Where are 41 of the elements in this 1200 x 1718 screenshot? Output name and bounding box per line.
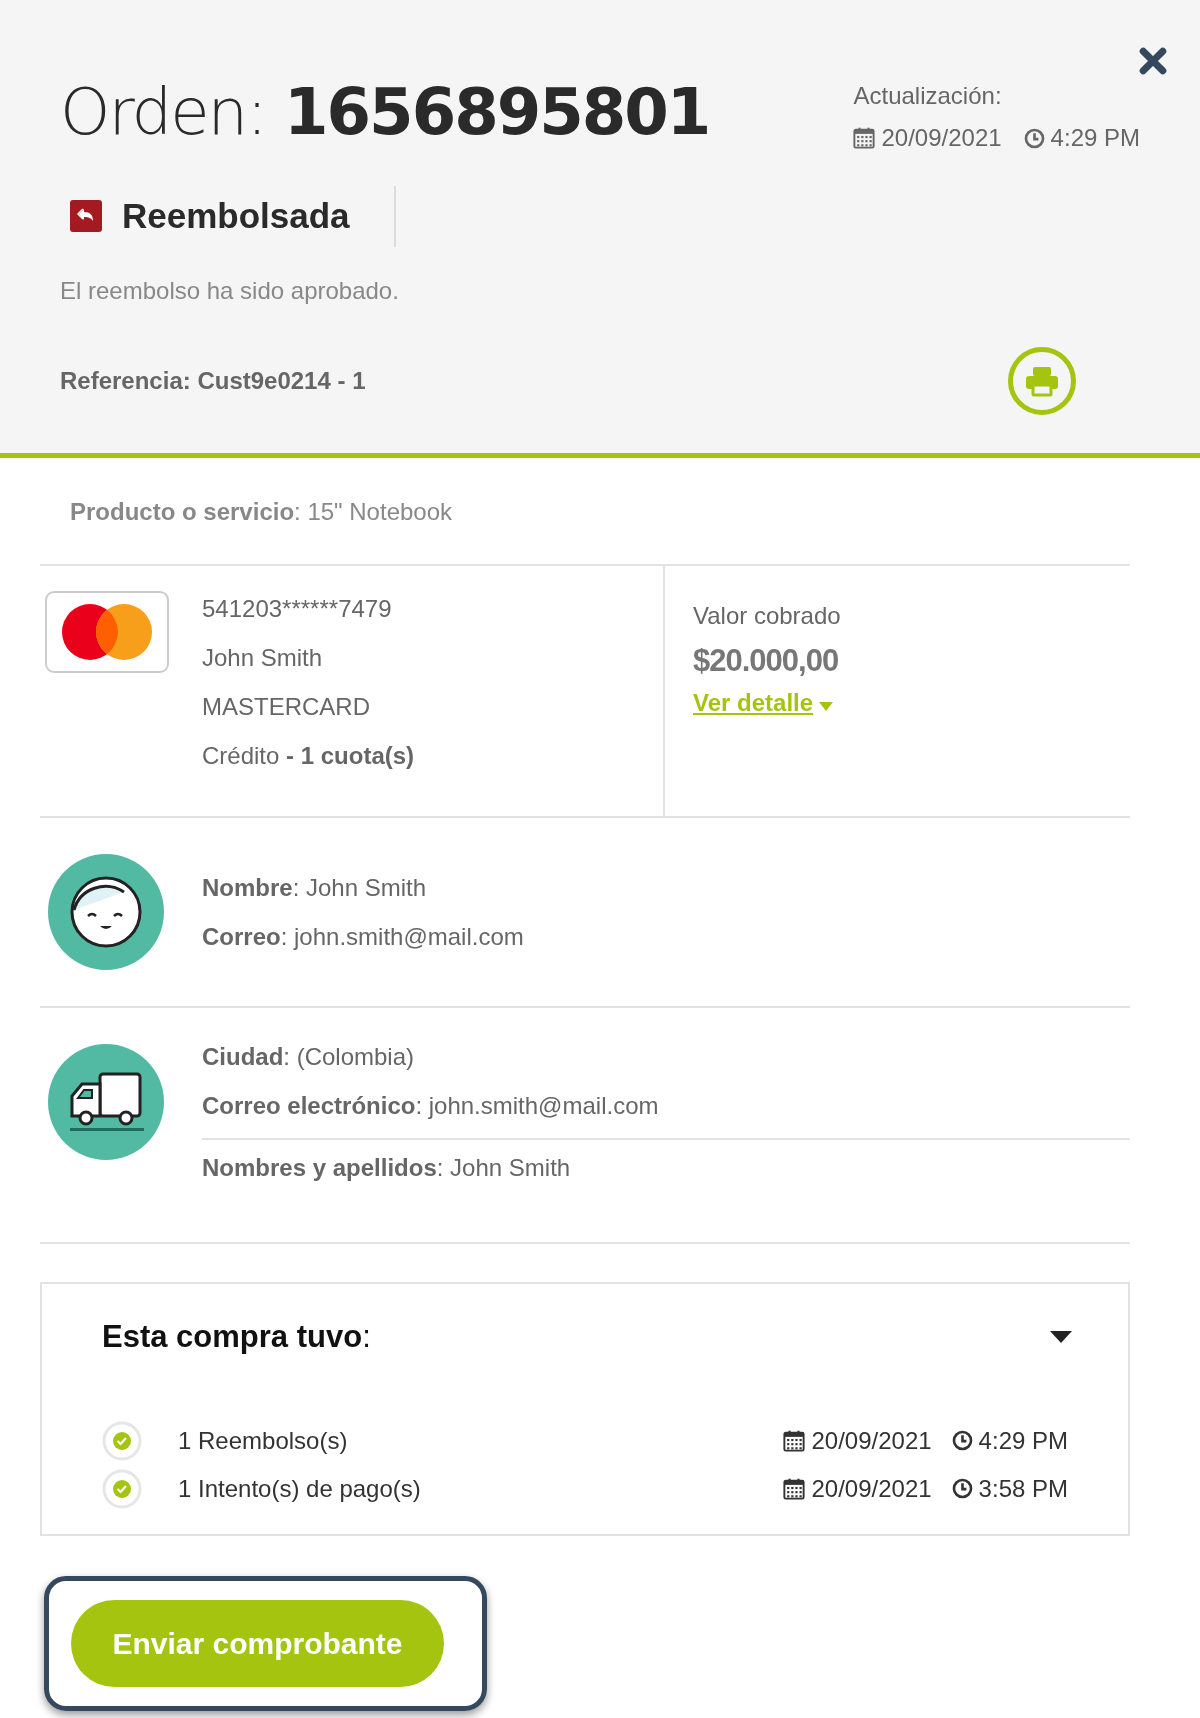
calendar-icon [783, 1429, 806, 1452]
detail-link[interactable]: Ver detalle [693, 684, 841, 721]
truck-icon [48, 1044, 164, 1160]
avatar-icon [48, 854, 164, 970]
history-title: Esta compra tuvo: [102, 1318, 371, 1356]
refund-icon [70, 200, 102, 233]
reference-text: Referencia: Cust9e0214 - 1 [60, 365, 366, 396]
event-label: 1 Reembolso(s) [178, 1425, 349, 1456]
calendar-icon [853, 127, 876, 149]
product-text: Producto o servicio: 15" Notebook [69, 497, 454, 527]
clock-icon [951, 1478, 973, 1499]
amount-label: Valor cobrado [693, 601, 841, 631]
calendar-icon [783, 1477, 806, 1500]
send-receipt-button[interactable]: Enviar comprobante [71, 1600, 444, 1687]
clock-icon [951, 1430, 973, 1451]
update-date: 20/09/2021 [881, 123, 1002, 153]
card-brand: MASTERCARD [202, 692, 371, 722]
order-title: Orden: 1656895801 [60, 80, 710, 151]
shipping-field: Correo electrónico: john.smith@mail.com [202, 1081, 1130, 1130]
event-date: 20/09/2021 [811, 1473, 932, 1504]
amount-value: $20.000,00 [693, 642, 840, 680]
caret-icon[interactable] [1050, 1331, 1072, 1344]
clock-icon [1023, 127, 1045, 149]
event-date: 20/09/2021 [811, 1425, 932, 1456]
shipping-field: Ciudad: (Colombia) [202, 1032, 1130, 1081]
caret-icon [819, 702, 834, 711]
customer-field: Nombre: John Smith [202, 863, 524, 912]
card-holder: John Smith [202, 643, 324, 673]
printer-icon [1024, 364, 1060, 397]
status-label: Reembolsada [122, 186, 396, 247]
event-label: 1 Intento(s) de pago(s) [178, 1473, 422, 1504]
update-label: Actualización: [853, 81, 1003, 111]
event-time: 4:29 PM [978, 1425, 1068, 1456]
update-time: 4:29 PM [1050, 123, 1140, 153]
payment-type: Crédito - 1 cuota(s) [202, 741, 415, 771]
event-time: 3:58 PM [978, 1473, 1068, 1504]
close-icon[interactable] [1139, 47, 1167, 75]
recipient-name: Nombres y apellidos: John Smith [202, 1153, 572, 1183]
customer-field: Correo: john.smith@mail.com [202, 912, 524, 961]
status-description: El reembolso ha sido aprobado. [60, 275, 400, 306]
card-number: 541203******7479 [202, 594, 393, 624]
